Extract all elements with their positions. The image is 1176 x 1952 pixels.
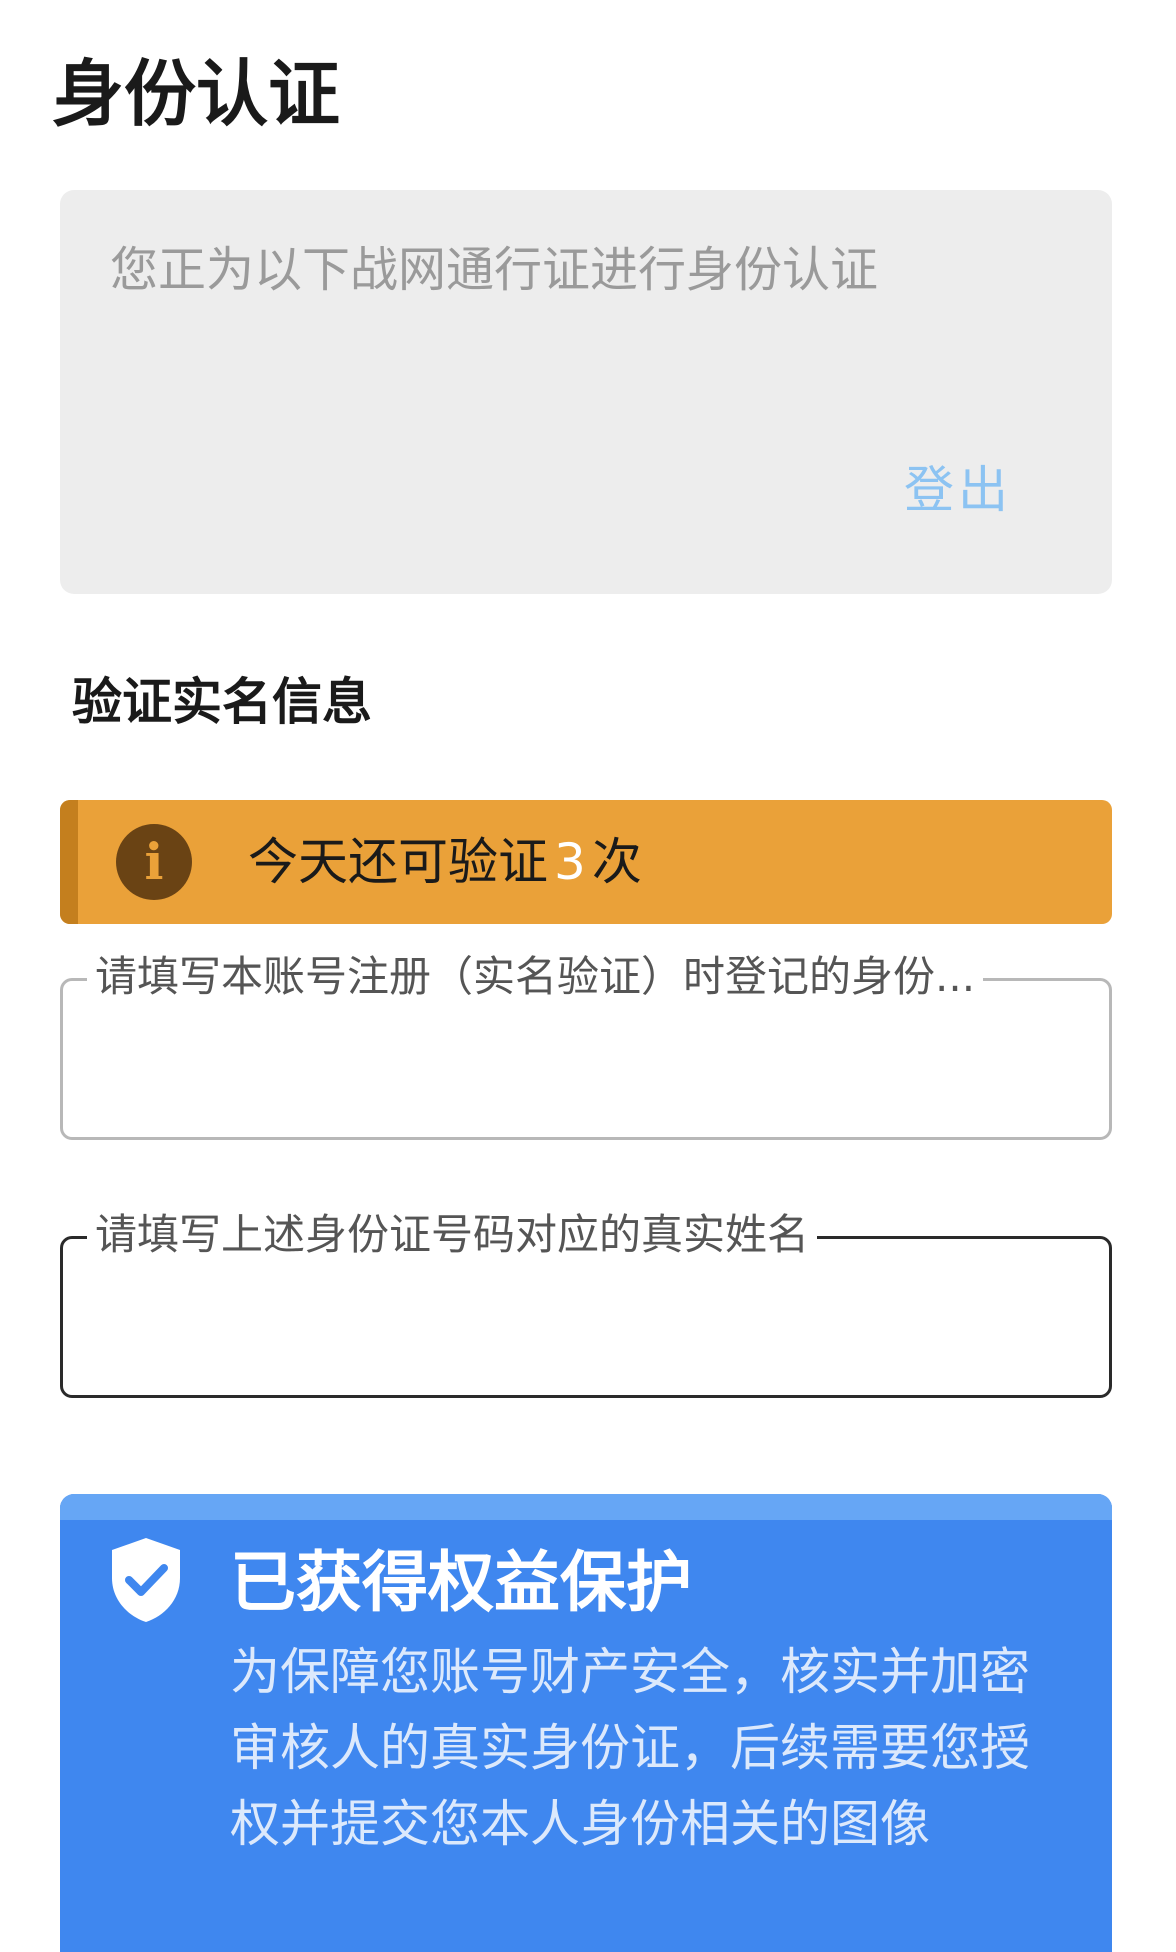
attempts-notice: i 今天还可验证 3 次 <box>60 800 1112 924</box>
id-number-input[interactable] <box>93 1031 1077 1113</box>
real-name-label: 请填写上述身份证号码对应的真实姓名 <box>87 1205 818 1265</box>
section-title: 验证实名信息 <box>72 673 372 731</box>
protection-card: 已获得权益保护 为保障您账号财产安全，核实并加密审核人的真实身份证，后续需要您授… <box>60 1494 1112 1952</box>
protection-description: 为保障您账号财产安全，核实并加密审核人的真实身份证，后续需要您授权并提交您本人身… <box>230 1643 1030 1853</box>
id-number-field[interactable]: 请填写本账号注册（实名验证）时登记的身份... <box>60 947 1112 1140</box>
shield-check-icon <box>112 1538 180 1622</box>
real-name-field[interactable]: 请填写上述身份证号码对应的真实姓名 <box>60 1205 1112 1398</box>
id-number-label: 请填写本账号注册（实名验证）时登记的身份... <box>87 947 984 1007</box>
account-card: 您正为以下战网通行证进行身份认证 登出 <box>60 190 1112 594</box>
logout-link[interactable]: 登出 <box>904 458 1012 522</box>
attempts-suffix: 次 <box>591 833 642 891</box>
attempts-prefix: 今天还可验证 <box>248 833 548 891</box>
attempts-count: 3 <box>554 833 586 891</box>
page-title: 身份认证 <box>52 52 341 136</box>
protection-title: 已获得权益保护 <box>230 1544 692 1621</box>
attempts-text: 今天还可验证 3 次 <box>248 830 642 894</box>
real-name-input[interactable] <box>93 1289 1077 1371</box>
info-icon: i <box>116 824 192 900</box>
account-note: 您正为以下战网通行证进行身份认证 <box>110 242 879 298</box>
identity-verification-page: 身份认证 您正为以下战网通行证进行身份认证 登出 验证实名信息 i 今天还可验证… <box>0 0 1176 1952</box>
